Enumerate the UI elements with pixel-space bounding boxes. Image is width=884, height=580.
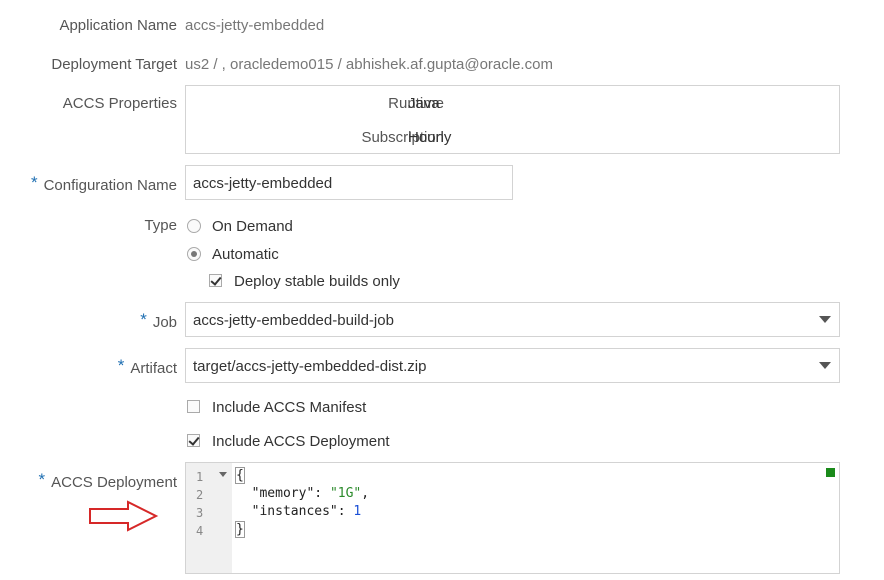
accs-deployment-label: ACCS Deployment bbox=[51, 474, 177, 491]
accs-properties-label: ACCS Properties bbox=[62, 95, 177, 112]
required-star: * bbox=[38, 470, 46, 489]
line-number: 4 bbox=[196, 524, 204, 538]
code-line-2: "memory": "1G", bbox=[251, 486, 370, 501]
configuration-name-input[interactable]: accs-jetty-embedded bbox=[185, 165, 513, 200]
dropdown-arrow-icon bbox=[819, 362, 831, 369]
application-name-value: accs-jetty-embedded bbox=[185, 17, 325, 34]
required-star: * bbox=[30, 173, 38, 192]
type-on-demand-label: On Demand bbox=[212, 218, 293, 235]
type-on-demand-radio[interactable] bbox=[187, 219, 201, 233]
line-number: 1 bbox=[196, 470, 204, 484]
include-deployment-label: Include ACCS Deployment bbox=[212, 433, 390, 450]
accs-properties-box bbox=[185, 85, 840, 154]
configuration-name-label-wrap: * Configuration Name bbox=[30, 173, 177, 195]
status-square-icon bbox=[826, 468, 835, 477]
deploy-stable-checkbox[interactable] bbox=[209, 274, 222, 287]
runtime-value: Java bbox=[408, 95, 440, 112]
line-number: 3 bbox=[196, 506, 204, 520]
artifact-label-wrap: * Artifact bbox=[117, 356, 177, 378]
job-select[interactable]: accs-jetty-embedded-build-job bbox=[185, 302, 840, 337]
code-line-1: { bbox=[235, 467, 245, 484]
accs-deployment-editor[interactable]: 1 2 3 4 { "memory": "1G", "instances": 1… bbox=[185, 462, 840, 574]
type-label: Type bbox=[144, 217, 177, 234]
artifact-select[interactable]: target/accs-jetty-embedded-dist.zip bbox=[185, 348, 840, 383]
include-manifest-checkbox[interactable] bbox=[187, 400, 200, 413]
required-star: * bbox=[140, 310, 147, 329]
include-manifest-label: Include ACCS Manifest bbox=[212, 399, 367, 416]
include-deployment-checkbox[interactable] bbox=[187, 434, 200, 447]
required-star: * bbox=[117, 356, 125, 375]
deploy-stable-label: Deploy stable builds only bbox=[234, 273, 400, 290]
subscription-value: Hourly bbox=[408, 129, 452, 146]
deployment-target-value: us2 / , oracledemo015 / abhishek.af.gupt… bbox=[185, 56, 553, 73]
type-automatic-label: Automatic bbox=[212, 246, 279, 263]
job-label-wrap: * Job bbox=[140, 310, 177, 332]
accs-deployment-label-wrap: * ACCS Deployment bbox=[38, 470, 177, 492]
code-line-3: "instances": 1 bbox=[251, 504, 362, 519]
deployment-target-label: Deployment Target bbox=[51, 56, 177, 73]
fold-arrow-icon[interactable] bbox=[219, 472, 227, 477]
type-automatic-radio[interactable] bbox=[187, 247, 201, 261]
artifact-value: target/accs-jetty-embedded-dist.zip bbox=[193, 358, 427, 375]
line-number: 2 bbox=[196, 488, 204, 502]
job-value: accs-jetty-embedded-build-job bbox=[193, 312, 394, 329]
job-label: Job bbox=[152, 314, 177, 331]
configuration-name-value: accs-jetty-embedded bbox=[193, 175, 333, 192]
artifact-label: Artifact bbox=[130, 360, 177, 377]
dropdown-arrow-icon bbox=[819, 316, 831, 323]
application-name-label: Application Name bbox=[59, 17, 177, 34]
configuration-name-label: Configuration Name bbox=[43, 177, 177, 194]
editor-gutter: 1 2 3 4 bbox=[186, 463, 232, 573]
code-line-4: } bbox=[235, 521, 245, 538]
red-arrow-icon bbox=[89, 500, 159, 532]
